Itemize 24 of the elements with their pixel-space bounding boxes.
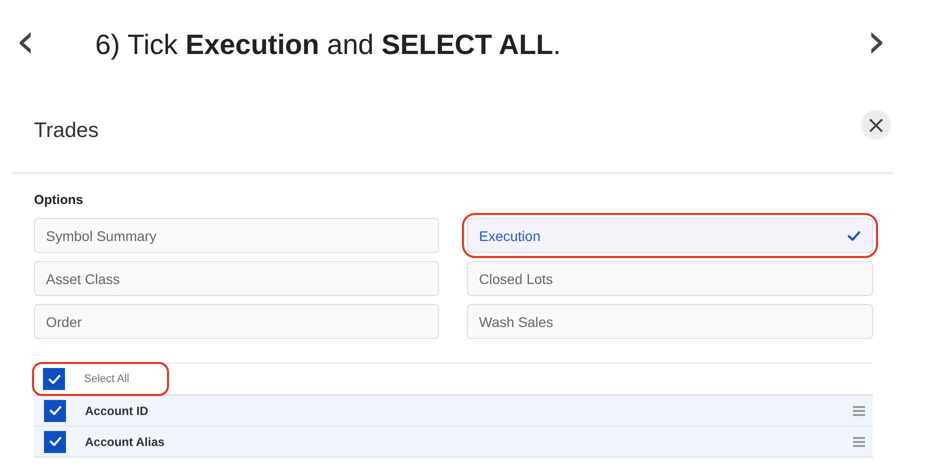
field-row[interactable]: Account ID	[34, 396, 873, 427]
option-tile[interactable]: Asset Class	[34, 261, 439, 296]
field-label: Account Alias	[85, 434, 166, 448]
option-tile[interactable]: Execution	[467, 218, 873, 253]
option-tile[interactable]: Order	[34, 304, 439, 339]
check-icon	[48, 434, 62, 449]
drag-handle-icon[interactable]	[853, 436, 865, 446]
option-tile[interactable]: Closed Lots	[467, 261, 873, 296]
drag-handle-icon[interactable]	[853, 406, 865, 416]
close-button[interactable]: ×	[861, 110, 891, 140]
select-all-label: Select All	[84, 373, 130, 385]
checkbox[interactable]	[43, 368, 65, 390]
option-tile[interactable]: Symbol Summary	[34, 218, 439, 253]
next-button[interactable]: ›	[862, 21, 890, 69]
option-tile[interactable]: Wash Sales	[467, 304, 873, 339]
dialog-title: Trades	[34, 119, 99, 143]
back-button[interactable]: ‹	[12, 21, 40, 69]
field-label: Account ID	[85, 404, 150, 418]
field-row[interactable]: Account Alias	[34, 427, 873, 458]
checkbox[interactable]	[44, 430, 66, 452]
section-label: Options	[34, 192, 84, 207]
checkbox[interactable]	[44, 400, 66, 422]
check-icon	[48, 403, 62, 418]
instruction-text: 6) Tick Execution and SELECT ALL.	[94, 29, 562, 61]
